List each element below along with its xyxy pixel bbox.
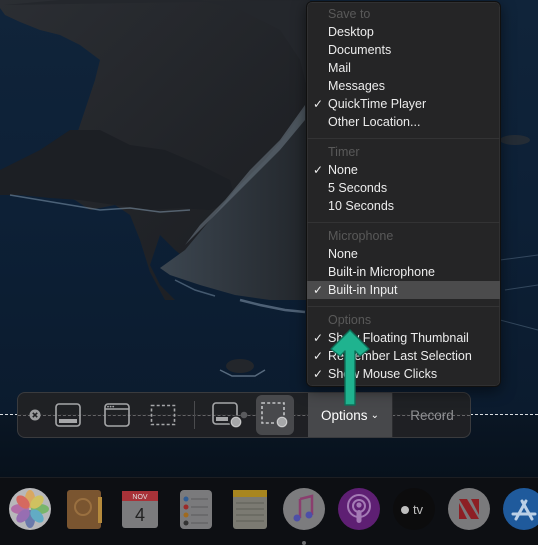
dock-app-reminders[interactable] (174, 487, 218, 531)
calendar-month: NOV (132, 494, 148, 501)
annotation-arrow-icon (330, 329, 370, 406)
menu-section-save-to: Save to Desktop Documents Mail Messages … (307, 5, 500, 131)
menu-item-label: Other Location... (328, 115, 421, 129)
dock: NOV 4 tv (0, 477, 538, 545)
menu-item-microphone-none[interactable]: None (307, 245, 500, 263)
menu-item-built-in-microphone[interactable]: Built-in Microphone (307, 263, 500, 281)
checkmark-icon: ✓ (313, 349, 324, 363)
options-label: Options (321, 407, 368, 423)
checkmark-icon: ✓ (313, 97, 324, 111)
screenshot-toolbar: Options ⌄ Record (17, 392, 471, 438)
capture-window-icon (104, 403, 130, 427)
menu-item-label: None (328, 247, 358, 261)
capture-selection-icon (150, 404, 176, 426)
menu-item-label: Messages (328, 79, 385, 93)
close-button[interactable] (27, 393, 43, 437)
menu-item-label: 10 Seconds (328, 199, 395, 213)
record-label: Record (410, 407, 454, 423)
dock-app-app-store[interactable] (502, 487, 538, 531)
menu-item-label: Built-in Input (328, 283, 398, 297)
menu-item-label: None (328, 163, 358, 177)
dock-app-calendar[interactable]: NOV 4 (118, 487, 162, 531)
record-entire-screen-icon (212, 402, 248, 429)
menu-item-label: Built-in Microphone (328, 265, 435, 279)
dock-app-notes[interactable] (228, 487, 272, 531)
menu-separator (307, 306, 500, 307)
menu-item-built-in-input[interactable]: ✓ Built-in Input (307, 281, 500, 299)
menu-item-timer-none[interactable]: ✓ None (307, 161, 500, 179)
menu-item-desktop[interactable]: Desktop (307, 23, 500, 41)
menu-item-messages[interactable]: Messages (307, 77, 500, 95)
menu-section-microphone: Microphone None Built-in Microphone ✓ Bui… (307, 227, 500, 299)
dock-app-contacts[interactable] (62, 487, 106, 531)
close-circle-icon (29, 409, 41, 421)
menu-header-timer: Timer (328, 145, 360, 159)
menu-item-label: Documents (328, 43, 392, 57)
chevron-down-icon: ⌄ (370, 409, 379, 421)
calendar-day: 4 (135, 505, 145, 525)
capture-entire-screen-button[interactable] (51, 393, 85, 437)
dock-app-tv[interactable]: tv (392, 487, 436, 531)
menu-separator (307, 222, 500, 223)
dock-app-podcasts[interactable] (337, 487, 381, 531)
capture-entire-screen-icon (55, 403, 81, 427)
dock-app-photos[interactable] (8, 487, 52, 531)
checkmark-icon: ✓ (313, 331, 324, 345)
menu-item-label: 5 Seconds (328, 181, 388, 195)
checkmark-icon: ✓ (313, 163, 324, 177)
checkmark-icon: ✓ (313, 283, 324, 297)
menu-item-quicktime-player[interactable]: ✓ QuickTime Player (307, 95, 500, 113)
menu-item-documents[interactable]: Documents (307, 41, 500, 59)
record-selection-icon (261, 402, 289, 429)
menu-item-other-location[interactable]: Other Location... (307, 113, 500, 131)
checkmark-icon: ✓ (313, 367, 324, 381)
svg-text:tv: tv (413, 502, 424, 517)
menu-item-label: Mail (328, 61, 351, 75)
menu-separator (307, 138, 500, 139)
dock-app-music[interactable] (282, 487, 326, 531)
record-button[interactable]: Record (392, 393, 471, 437)
menu-item-mail[interactable]: Mail (307, 59, 500, 77)
toolbar-divider (194, 401, 195, 429)
record-entire-screen-button[interactable] (210, 393, 250, 437)
capture-selection-button[interactable] (146, 393, 180, 437)
menu-item-5-seconds[interactable]: 5 Seconds (307, 179, 500, 197)
menu-header-save-to: Save to (328, 7, 371, 21)
menu-item-label: QuickTime Player (328, 97, 427, 111)
menu-section-timer: Timer ✓ None 5 Seconds 10 Seconds (307, 143, 500, 215)
record-selection-button[interactable] (256, 395, 294, 435)
capture-window-button[interactable] (100, 393, 134, 437)
menu-item-10-seconds[interactable]: 10 Seconds (307, 197, 500, 215)
menu-header-microphone: Microphone (328, 229, 394, 243)
dock-app-news[interactable] (447, 487, 491, 531)
menu-item-label: Desktop (328, 25, 374, 39)
running-indicator-music (302, 541, 306, 545)
